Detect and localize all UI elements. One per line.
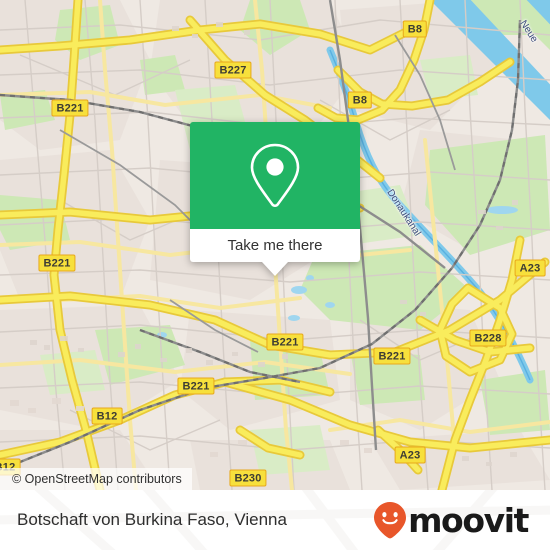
road-shield[interactable]: B12 bbox=[91, 407, 123, 425]
road-shield[interactable]: B227 bbox=[214, 61, 252, 79]
moovit-pin-smiley-icon bbox=[374, 502, 407, 539]
road-shield[interactable]: A23 bbox=[394, 446, 426, 464]
popup-image-area bbox=[190, 122, 360, 229]
take-me-there-label: Take me there bbox=[227, 237, 323, 254]
road-shield[interactable]: B230 bbox=[229, 469, 267, 487]
map-canvas[interactable]: Donaukanal Neue B221 B227 B8 B8 B221 A23… bbox=[0, 0, 550, 490]
take-me-there-popup[interactable]: Take me there bbox=[190, 122, 360, 276]
road-shield[interactable]: B8 bbox=[402, 20, 428, 38]
moovit-wordmark: moovit bbox=[408, 500, 529, 540]
osm-attribution-label: © OpenStreetMap contributors bbox=[12, 472, 182, 486]
road-shield[interactable]: B8 bbox=[347, 91, 373, 109]
place-title: Botschaft von Burkina Faso, Vienna bbox=[17, 510, 287, 529]
osm-attribution[interactable]: © OpenStreetMap contributors bbox=[0, 468, 192, 490]
footer-bar: Botschaft von Burkina Faso, Vienna moovi… bbox=[0, 490, 550, 550]
road-shield[interactable]: B221 bbox=[51, 99, 89, 117]
road-shield[interactable]: B221 bbox=[373, 347, 411, 365]
moovit-map-screenshot: Donaukanal Neue B221 B227 B8 B8 B221 A23… bbox=[0, 0, 550, 550]
map-pin-icon bbox=[250, 143, 300, 207]
popup-tail bbox=[262, 262, 288, 276]
road-shield[interactable]: A23 bbox=[514, 259, 546, 277]
road-shield[interactable]: B228 bbox=[469, 329, 507, 347]
road-shield[interactable]: B221 bbox=[38, 254, 76, 272]
road-shield[interactable]: B221 bbox=[266, 333, 304, 351]
road-shield[interactable]: B221 bbox=[177, 377, 215, 395]
moovit-logo[interactable]: moovit bbox=[373, 500, 529, 540]
take-me-there-button[interactable]: Take me there bbox=[190, 229, 360, 262]
